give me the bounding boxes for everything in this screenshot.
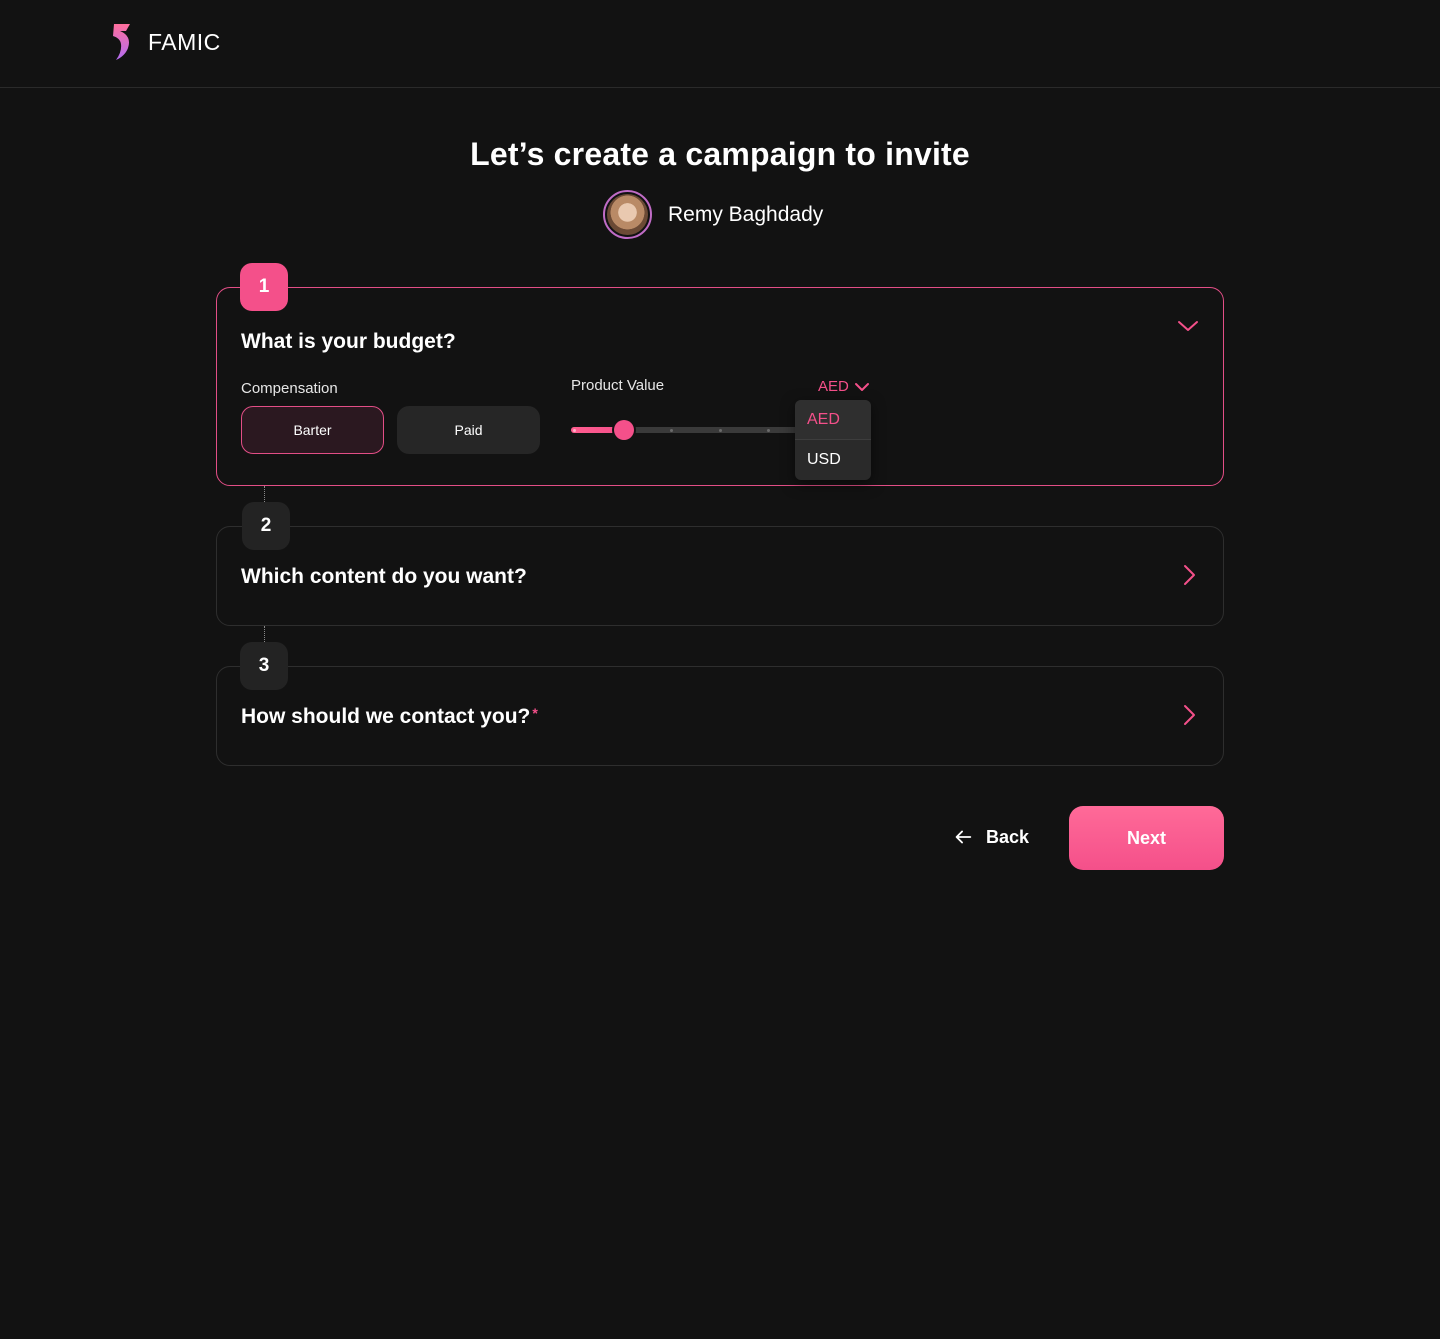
required-mark: *: [532, 705, 538, 721]
currency-dropdown: AED USD: [795, 400, 871, 480]
slider-thumb[interactable]: [614, 420, 634, 440]
step-connector: [264, 626, 265, 642]
slider-step-dot: [573, 428, 576, 432]
influencer-name: Remy Baghdady: [668, 202, 824, 226]
influencer-info: Remy Baghdady: [603, 190, 823, 239]
next-button[interactable]: Next: [1069, 806, 1224, 870]
top-bar: FAMIC: [0, 0, 1440, 88]
product-value-slider[interactable]: [571, 420, 811, 440]
barter-option[interactable]: Barter: [241, 406, 384, 454]
step-connector: [264, 486, 265, 502]
slider-step-dot: [719, 428, 722, 432]
step-1-badge: 1: [240, 263, 288, 311]
step-2-card[interactable]: Which content do you want?: [216, 526, 1224, 626]
back-button[interactable]: Back: [952, 826, 1029, 848]
currency-selected-value: AED: [818, 378, 849, 395]
chevron-down-icon: [854, 382, 869, 391]
step-2-title: Which content do you want?: [241, 565, 527, 588]
arrow-left-icon: [955, 830, 972, 844]
currency-option-usd[interactable]: USD: [795, 440, 871, 480]
back-label: Back: [986, 826, 1030, 847]
compensation-label: Compensation: [241, 380, 338, 397]
step-3-badge: 3: [240, 642, 288, 690]
chevron-down-icon[interactable]: [1176, 314, 1200, 338]
slider-step-dot: [767, 428, 770, 432]
currency-select[interactable]: AED: [818, 378, 870, 395]
famic-logo-icon: [113, 24, 130, 60]
step-3-card[interactable]: How should we contact you? *: [216, 666, 1224, 766]
page-title: Let’s create a campaign to invite: [470, 136, 970, 172]
step-3-title: How should we contact you? *: [241, 705, 538, 729]
avatar: [603, 190, 652, 239]
chevron-right-icon[interactable]: [1177, 563, 1201, 587]
step-1-card: What is your budget? Compensation Barter…: [216, 287, 1224, 486]
currency-option-aed[interactable]: AED: [795, 400, 871, 440]
chevron-right-icon[interactable]: [1177, 703, 1201, 727]
step-3-title-text: How should we contact you?: [241, 705, 531, 728]
step-2-badge: 2: [242, 502, 290, 550]
product-value-label: Product Value: [571, 377, 665, 394]
brand-logo[interactable]: FAMIC: [110, 22, 221, 62]
slider-step-dot: [670, 428, 673, 432]
brand-name: FAMIC: [148, 28, 221, 55]
paid-option[interactable]: Paid: [397, 406, 540, 454]
step-1-title: What is your budget?: [241, 330, 456, 353]
